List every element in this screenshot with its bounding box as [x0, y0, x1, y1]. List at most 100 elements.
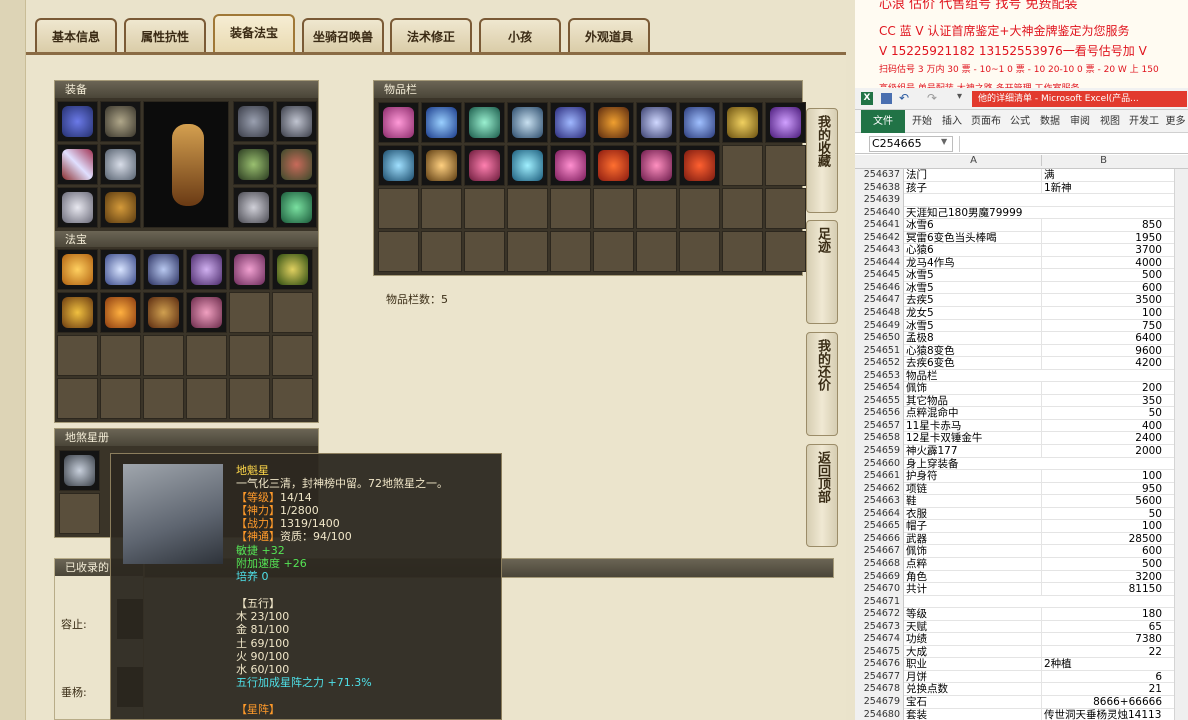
cell-a[interactable]: 11星卡赤马	[906, 420, 1041, 433]
inventory-slot-empty[interactable]	[378, 188, 419, 229]
inventory-slot[interactable]	[507, 145, 548, 186]
sheet-row[interactable]: 254651 心猿8变色 9600	[855, 344, 1188, 358]
inventory-slot-empty[interactable]	[679, 231, 720, 272]
sheet-row[interactable]: 254676 职业 2种植	[855, 658, 1188, 671]
sheet-row[interactable]: 254650 孟极8 6400	[855, 332, 1188, 345]
sheet-row[interactable]: 254677 月饼 6	[855, 670, 1188, 684]
cell-a[interactable]: 冰雪6	[906, 219, 1041, 232]
cell-a[interactable]: 功绩	[906, 633, 1041, 646]
row-number[interactable]: 254659	[855, 445, 904, 458]
sheet-row[interactable]: 254647 去疾5 3500	[855, 294, 1188, 308]
treasure-slot-empty[interactable]	[229, 335, 270, 376]
inventory-slot-empty[interactable]	[550, 188, 591, 229]
inventory-slot-empty[interactable]	[765, 231, 806, 272]
equip-slot-amulet[interactable]	[57, 187, 98, 228]
ribbon-tab-insert[interactable]: 插入	[939, 110, 965, 133]
treasure-slot-empty[interactable]	[143, 378, 184, 419]
cell-a[interactable]: 大成	[906, 646, 1041, 659]
sheet-row[interactable]: 254669 角色 3200	[855, 570, 1188, 584]
cell-b[interactable]: 9600	[1041, 344, 1165, 358]
cell-a[interactable]: 套装	[906, 709, 1041, 720]
treasure-slot-empty[interactable]	[229, 378, 270, 419]
row-number[interactable]: 254676	[855, 658, 904, 671]
cell-b[interactable]: 81150	[1041, 583, 1165, 596]
inventory-slot-empty[interactable]	[679, 188, 720, 229]
ribbon-tab-developer[interactable]: 开发工	[1127, 110, 1161, 133]
ribbon-tab-data[interactable]: 数据	[1037, 110, 1063, 133]
sheet-row[interactable]: 254657 11星卡赤马 400	[855, 419, 1188, 433]
sheet-row[interactable]: 254649 冰雪5 750	[855, 319, 1188, 333]
sheet-row[interactable]: 254662 项链 950	[855, 482, 1188, 496]
cell-b[interactable]: 8666+66666	[1041, 695, 1165, 709]
sheet-row[interactable]: 254653 物品栏	[855, 369, 1188, 383]
row-number[interactable]: 254663	[855, 495, 904, 508]
vertical-scrollbar[interactable]	[1174, 169, 1188, 720]
sheet-row[interactable]: 254665 帽子 100	[855, 520, 1188, 533]
cell-b[interactable]: 65	[1041, 620, 1165, 634]
sheet-row[interactable]: 254672 等级 180	[855, 608, 1188, 621]
row-number[interactable]: 254653	[855, 369, 904, 383]
treasure-slot-empty[interactable]	[100, 335, 141, 376]
row-number[interactable]: 254650	[855, 332, 904, 345]
row-number[interactable]: 254639	[855, 194, 904, 207]
row-number[interactable]: 254646	[855, 281, 904, 295]
cell-a[interactable]: 孟极8	[906, 332, 1041, 345]
treasure-slot-empty[interactable]	[272, 292, 313, 333]
back-to-top-button[interactable]: 返回顶部	[806, 444, 838, 547]
treasure-slot[interactable]	[143, 292, 184, 333]
cell-a[interactable]: 冰雪5	[906, 320, 1041, 333]
tab-mounts[interactable]: 坐骑召唤兽	[302, 18, 384, 54]
treasure-slot[interactable]	[57, 249, 98, 290]
treasure-slot[interactable]	[100, 292, 141, 333]
treasure-slot[interactable]	[186, 292, 227, 333]
row-number[interactable]: 254651	[855, 344, 904, 358]
cell-a[interactable]: 宝石	[906, 696, 1041, 709]
tab-attributes[interactable]: 属性抗性	[124, 18, 206, 54]
treasure-slot-empty[interactable]	[272, 335, 313, 376]
sheet-row[interactable]: 254679 宝石 8666+66666	[855, 695, 1188, 709]
equip-slot-necklace[interactable]	[100, 101, 141, 142]
cell-b[interactable]: 6	[1041, 670, 1165, 684]
equip-slot-r2[interactable]	[276, 101, 317, 142]
equip-slot-weapon[interactable]	[57, 144, 98, 185]
row-number[interactable]: 254645	[855, 269, 904, 282]
row-number[interactable]: 254641	[855, 219, 904, 232]
cell-a[interactable]: 去疾5	[906, 294, 1041, 307]
treasure-slot[interactable]	[272, 249, 313, 290]
inventory-slot-empty[interactable]	[421, 231, 462, 272]
equip-slot-helmet[interactable]	[57, 101, 98, 142]
equip-slot-r1[interactable]	[233, 101, 274, 142]
inventory-slot-empty[interactable]	[507, 231, 548, 272]
sheet-row[interactable]: 254661 护身符 100	[855, 470, 1188, 483]
ribbon-tab-review[interactable]: 审阅	[1067, 110, 1093, 133]
cell-b[interactable]: 4200	[1041, 357, 1165, 370]
cell-b[interactable]: 21	[1041, 683, 1165, 696]
cell-a[interactable]: 点粹混命中	[906, 407, 1041, 420]
row-number[interactable]: 254671	[855, 595, 904, 609]
tab-equipment[interactable]: 装备法宝	[213, 14, 295, 54]
cell-a[interactable]: 天涯知己180男魔79999	[906, 207, 1041, 220]
col-header-a[interactable]: A	[906, 155, 1041, 166]
cell-b[interactable]: 950	[1041, 482, 1165, 496]
cell-a[interactable]: 身上穿装备	[906, 458, 1041, 471]
sheet-row[interactable]: 254640 天涯知己180男魔79999	[855, 206, 1188, 220]
sheet-row[interactable]: 254659 神火霹177 2000	[855, 445, 1188, 458]
inventory-slot[interactable]	[679, 102, 720, 143]
treasure-slot[interactable]	[229, 249, 270, 290]
ribbon-tab-formulas[interactable]: 公式	[1007, 110, 1033, 133]
tab-basic-info[interactable]: 基本信息	[35, 18, 117, 54]
ribbon-tab-layout[interactable]: 页面布	[969, 110, 1003, 133]
sheet-row[interactable]: 254655 其它物品 350	[855, 394, 1188, 408]
my-bargain-button[interactable]: 我的还价	[806, 332, 838, 436]
row-number[interactable]: 254661	[855, 470, 904, 483]
treasure-slot-empty[interactable]	[143, 335, 184, 376]
sheet-row[interactable]: 254671	[855, 595, 1188, 609]
equip-slot-r4[interactable]	[276, 144, 317, 185]
cell-a[interactable]: 帽子	[906, 520, 1041, 533]
cell-a[interactable]: 兑换点数	[906, 683, 1041, 696]
inventory-slot[interactable]	[679, 145, 720, 186]
sheet-row[interactable]: 254648 龙女5 100	[855, 307, 1188, 320]
redo-icon[interactable]: ↷	[927, 91, 937, 105]
inventory-slot-empty[interactable]	[722, 231, 763, 272]
formula-input[interactable]	[959, 136, 1184, 152]
